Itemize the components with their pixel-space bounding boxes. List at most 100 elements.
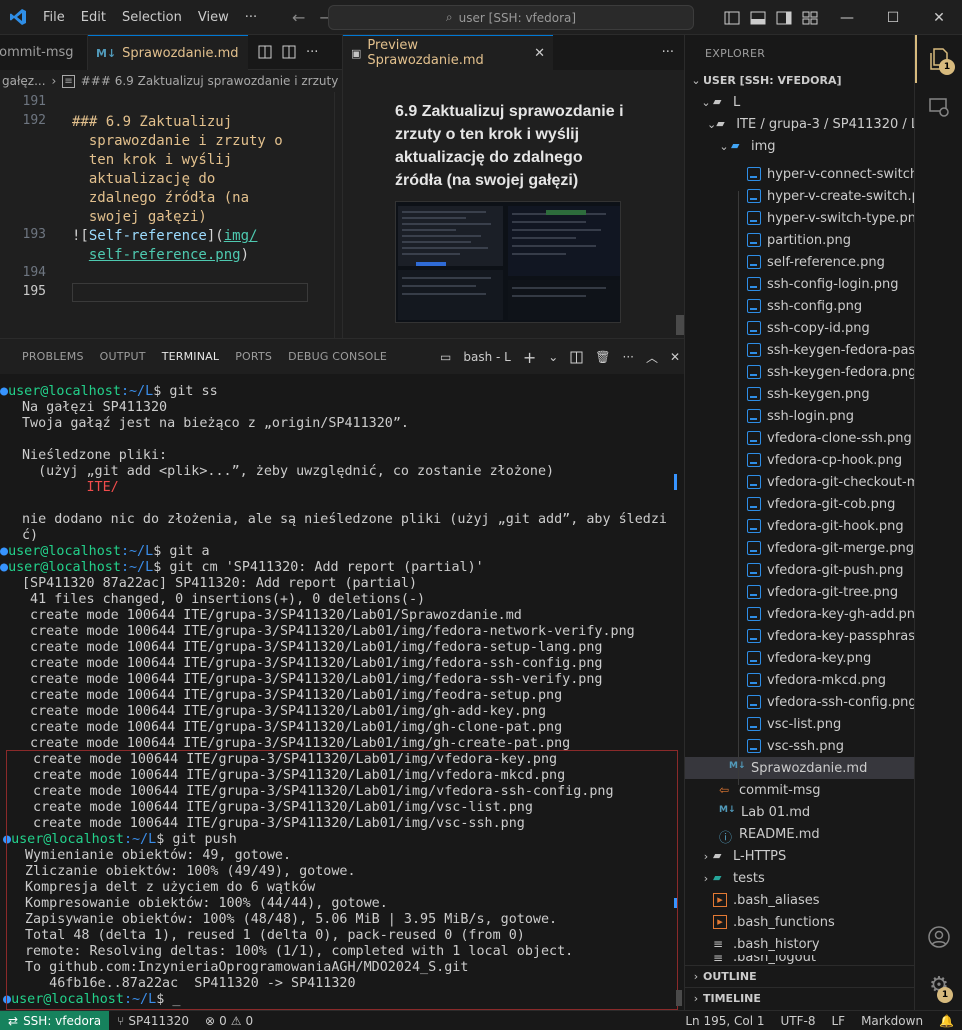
chevron-down-icon[interactable]: ⌄: [699, 96, 713, 109]
tab-debug-console[interactable]: DEBUG CONSOLE: [280, 339, 395, 375]
accounts-activity[interactable]: [915, 913, 962, 961]
file-item[interactable]: vfedora-git-checkout-m...: [685, 471, 914, 493]
encoding[interactable]: UTF-8: [773, 1014, 824, 1028]
folder-lab-path[interactable]: ⌄ ▰ ITE / grupa-3 / SP411320 / L...: [685, 113, 914, 135]
minimize-icon[interactable]: —: [824, 0, 870, 35]
menu-selection[interactable]: Selection: [114, 10, 190, 25]
file-item[interactable]: ssh-copy-id.png: [685, 317, 914, 339]
chevron-right-icon[interactable]: ›: [689, 970, 703, 983]
file-item[interactable]: ssh-keygen-fedora.png: [685, 361, 914, 383]
file-item[interactable]: ▸ .bash_aliases: [685, 889, 914, 911]
file-item[interactable]: ▸ .bash_functions: [685, 911, 914, 933]
menu-file[interactable]: File: [35, 10, 73, 25]
folder-tests[interactable]: › ▰ tests: [685, 867, 914, 889]
file-item[interactable]: hyper-v-create-switch.p...: [685, 185, 914, 207]
shell-name[interactable]: bash - L: [463, 350, 510, 364]
file-item[interactable]: hyper-v-switch-type.png: [685, 207, 914, 229]
chevron-down-icon[interactable]: ⌄: [548, 350, 558, 364]
more-actions-icon[interactable]: ···: [662, 45, 674, 60]
maximize-icon[interactable]: ☐: [870, 0, 916, 35]
file-item[interactable]: vfedora-key-passphrase....: [685, 625, 914, 647]
tab-commit-msg[interactable]: commit-msg: [0, 35, 88, 70]
trash-icon[interactable]: 🗑: [595, 350, 610, 364]
file-item[interactable]: vfedora-cp-hook.png: [685, 449, 914, 471]
end-of-line[interactable]: LF: [823, 1014, 853, 1028]
file-item[interactable]: vfedora-git-cob.png: [685, 493, 914, 515]
cursor-position[interactable]: Ln 195, Col 1: [677, 1014, 772, 1028]
folder-img[interactable]: ⌄ ▰ img: [685, 135, 914, 157]
back-arrow-icon[interactable]: ←: [292, 8, 305, 27]
file-item[interactable]: ⇦ commit-msg: [685, 779, 914, 801]
close-tab-icon[interactable]: ✕: [534, 46, 545, 61]
chevron-right-icon[interactable]: ›: [699, 850, 713, 863]
tab-output[interactable]: OUTPUT: [92, 339, 154, 375]
command-decoration-icon[interactable]: ●: [0, 560, 8, 575]
split-editor-icon[interactable]: [282, 45, 296, 59]
file-item[interactable]: self-reference.png: [685, 251, 914, 273]
file-item[interactable]: vsc-ssh.png: [685, 735, 914, 757]
workspace-root[interactable]: ⌄ USER [SSH: VFEDORA]: [685, 69, 914, 91]
tab-preview-sprawozdanie[interactable]: ▣ Preview Sprawozdanie.md ✕: [343, 35, 553, 70]
more-actions-icon[interactable]: ···: [306, 45, 318, 60]
close-panel-icon[interactable]: ✕: [670, 350, 680, 364]
chevron-down-icon[interactable]: ⌄: [689, 74, 703, 87]
command-decoration-icon[interactable]: ●: [0, 384, 8, 399]
language-mode[interactable]: Markdown: [853, 1014, 931, 1028]
branch-indicator[interactable]: ⑂ SP411320: [109, 1014, 197, 1028]
file-item[interactable]: M↓ Lab 01.md: [685, 801, 914, 823]
breadcrumb-item[interactable]: ### 6.9 Zaktualizuj sprawozdanie i zrzut…: [81, 74, 342, 88]
toggle-sidebar-icon[interactable]: [724, 11, 740, 25]
file-item[interactable]: vfedora-key-gh-add.png: [685, 603, 914, 625]
chevron-right-icon[interactable]: ›: [699, 872, 713, 885]
command-decoration-icon[interactable]: ●: [0, 544, 8, 559]
remote-explorer-activity[interactable]: [915, 83, 962, 131]
file-item[interactable]: vfedora-key.png: [685, 647, 914, 669]
file-item[interactable]: vfedora-ssh-config.png: [685, 691, 914, 713]
explorer-activity[interactable]: 1: [915, 35, 962, 83]
chevron-right-icon[interactable]: ›: [689, 992, 703, 1005]
file-item[interactable]: ssh-keygen-fedora-pass...: [685, 339, 914, 361]
close-window-icon[interactable]: ✕: [916, 0, 962, 35]
file-item[interactable]: ≡ .bash_logout: [685, 955, 914, 965]
editor-scrollbar[interactable]: [334, 92, 342, 338]
outline-section[interactable]: › OUTLINE: [685, 965, 914, 987]
menu-edit[interactable]: Edit: [73, 10, 114, 25]
toggle-panel-icon[interactable]: [750, 11, 766, 25]
file-item[interactable]: partition.png: [685, 229, 914, 251]
timeline-section[interactable]: › TIMELINE: [685, 987, 914, 1009]
notifications-icon[interactable]: 🔔: [931, 1014, 962, 1028]
file-item[interactable]: ssh-login.png: [685, 405, 914, 427]
new-terminal-icon[interactable]: +: [523, 348, 536, 367]
file-item[interactable]: ssh-keygen.png: [685, 383, 914, 405]
command-center-search[interactable]: ⌕ user [SSH: vfedora]: [328, 5, 694, 30]
manage-activity[interactable]: ⚙ 1: [915, 961, 962, 1009]
terminal-scrollbar[interactable]: [676, 990, 682, 1006]
menu-more[interactable]: ···: [237, 10, 265, 25]
folder-l[interactable]: ⌄ ▰ L: [685, 91, 914, 113]
file-item[interactable]: vfedora-git-hook.png: [685, 515, 914, 537]
code-editor[interactable]: 191 192 193 194 195 ### 6.9 Zaktualizuj …: [0, 92, 342, 338]
file-item[interactable]: ≡ .bash_history: [685, 933, 914, 955]
problems-indicator[interactable]: ⊗ 0 ⚠ 0: [197, 1014, 261, 1028]
tab-sprawozdanie[interactable]: M↓ Sprawozdanie.md: [88, 35, 248, 70]
tab-terminal[interactable]: TERMINAL: [153, 339, 228, 375]
file-item[interactable]: vfedora-git-merge.png: [685, 537, 914, 559]
terminal[interactable]: ●user@localhost:~/L$ git ss Na gałęzi SP4…: [0, 374, 684, 1010]
customize-layout-icon[interactable]: [802, 11, 818, 25]
preview-scrollbar[interactable]: [676, 315, 684, 335]
tab-problems[interactable]: PROBLEMS: [14, 339, 92, 375]
file-item[interactable]: vsc-list.png: [685, 713, 914, 735]
image-link-url[interactable]: img/: [224, 228, 258, 244]
folder-l-https[interactable]: › ▰ L-HTTPS: [685, 845, 914, 867]
maximize-panel-icon[interactable]: ︿: [646, 349, 658, 366]
file-item[interactable]: vfedora-mkcd.png: [685, 669, 914, 691]
tab-ports[interactable]: PORTS: [227, 339, 280, 375]
chevron-down-icon[interactable]: ⌄: [707, 118, 716, 131]
split-terminal-icon[interactable]: [570, 351, 583, 364]
file-item[interactable]: vfedora-git-push.png: [685, 559, 914, 581]
file-item[interactable]: hyper-v-connect-switch....: [685, 163, 914, 185]
file-item[interactable]: vfedora-clone-ssh.png: [685, 427, 914, 449]
menu-view[interactable]: View: [190, 10, 237, 25]
file-item[interactable]: ssh-config.png: [685, 295, 914, 317]
file-item[interactable]: ssh-config-login.png: [685, 273, 914, 295]
